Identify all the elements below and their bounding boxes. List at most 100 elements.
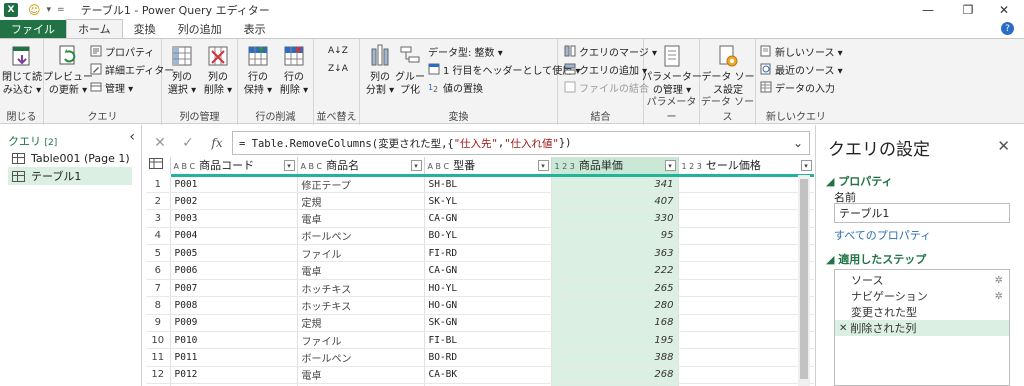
query-item-table001[interactable]: Table001 (Page 1) — [8, 149, 132, 167]
cell-model-number[interactable]: SK-GN — [424, 314, 552, 333]
cell-sale-price[interactable] — [678, 331, 814, 350]
step-changed-type[interactable]: 変更された型 — [835, 304, 1009, 320]
cell-sale-price[interactable] — [678, 314, 814, 333]
row-number[interactable]: 11 — [146, 348, 171, 367]
choose-columns-button[interactable]: 列の 選択 ▾ — [162, 43, 202, 97]
vertical-scrollbar[interactable] — [798, 175, 810, 386]
cell-sale-price[interactable] — [678, 209, 814, 228]
data-type-dropdown[interactable]: データ型: 整数 ▾ — [428, 43, 503, 59]
cell-product-name[interactable]: ボールペン — [297, 348, 425, 367]
properties-section-header[interactable]: ◢ プロパティ — [826, 173, 893, 189]
cell-unit-price[interactable]: 280 — [551, 296, 679, 315]
cell-unit-price[interactable]: 330 — [551, 209, 679, 228]
cell-model-number[interactable]: FI-RD — [424, 244, 552, 263]
table-row[interactable]: 6 P006 電卓 CA-GN 222 — [146, 261, 814, 280]
cell-unit-price[interactable]: 407 — [551, 192, 679, 211]
column-header-product-code[interactable]: A B C 商品コード ▾ — [170, 157, 298, 177]
cell-sale-price[interactable] — [678, 261, 814, 280]
row-number[interactable]: 10 — [146, 331, 171, 350]
manage-parameters-button[interactable]: パラメーター の管理 ▾ — [642, 43, 702, 97]
cell-product-name[interactable]: 修正テープ — [297, 175, 425, 193]
group-by-button[interactable]: グルー プ化 — [390, 43, 430, 97]
cell-product-name[interactable]: 定規 — [297, 192, 425, 211]
table-row[interactable]: 10 P010 ファイル FI-BL 195 — [146, 331, 814, 350]
filter-dropdown-icon[interactable]: ▾ — [800, 160, 812, 171]
data-source-settings-button[interactable]: データ ソー ス設定 — [701, 43, 755, 97]
cell-unit-price[interactable]: 222 — [551, 261, 679, 280]
collapse-pane-icon[interactable]: ‹ — [129, 129, 135, 145]
column-header-sale-price[interactable]: 1 2 3 セール価格 ▾ — [678, 157, 814, 177]
row-number[interactable]: 1 — [146, 175, 171, 193]
filter-dropdown-icon[interactable]: ▾ — [283, 160, 295, 171]
cell-product-code[interactable]: P005 — [170, 244, 298, 263]
column-header-model-number[interactable]: A B C 型番 ▾ — [424, 157, 552, 177]
cell-unit-price[interactable]: 95 — [551, 227, 679, 246]
cell-unit-price[interactable]: 195 — [551, 331, 679, 350]
cell-unit-price[interactable]: 168 — [551, 314, 679, 333]
applied-steps-header[interactable]: ◢ 適用したステップ — [826, 251, 926, 267]
table-corner[interactable] — [146, 157, 171, 177]
table-row[interactable]: 2 P002 定規 SK-YL 407 — [146, 192, 814, 211]
step-removed-columns[interactable]: ✕ 削除された列 — [835, 320, 1009, 336]
cell-product-name[interactable]: 定規 — [297, 314, 425, 333]
cell-sale-price[interactable] — [678, 348, 814, 367]
properties-button[interactable]: プロパティ — [90, 43, 154, 59]
replace-values-button[interactable]: 1 2 値の置換 — [428, 79, 483, 95]
table-row[interactable]: 12 P012 電卓 CA-BK 268 — [146, 366, 814, 385]
cell-product-code[interactable]: P002 — [170, 192, 298, 211]
gear-icon[interactable]: ✲ — [995, 275, 1003, 286]
customize-toolbar-icon[interactable]: = — [57, 5, 65, 15]
sort-descending-icon[interactable]: Z↓A — [328, 61, 348, 77]
cell-sale-price[interactable] — [678, 366, 814, 385]
cell-unit-price[interactable]: 341 — [551, 175, 679, 193]
cell-model-number[interactable]: HO-YL — [424, 279, 552, 298]
confirm-formula-icon[interactable]: ✓ — [174, 135, 202, 151]
cell-product-code[interactable]: P010 — [170, 331, 298, 350]
remove-rows-button[interactable]: 行の 削除 ▾ — [274, 43, 314, 97]
cell-unit-price[interactable]: 268 — [551, 366, 679, 385]
table-row[interactable]: 9 P009 定規 SK-GN 168 — [146, 314, 814, 333]
cell-sale-price[interactable] — [678, 192, 814, 211]
close-and-load-button[interactable]: 閉じて読 み込む ▾ — [2, 43, 42, 97]
remove-columns-button[interactable]: 列の 削除 ▾ — [198, 43, 238, 97]
quick-access-dropdown-icon[interactable]: ▾ — [47, 5, 52, 15]
row-number[interactable]: 4 — [146, 227, 171, 246]
close-icon[interactable]: ✕ — [997, 137, 1010, 155]
cell-product-code[interactable]: P009 — [170, 314, 298, 333]
table-row[interactable]: 8 P008 ホッチキス HO-GN 280 — [146, 296, 814, 315]
row-number[interactable]: 7 — [146, 279, 171, 298]
step-navigation[interactable]: ナビゲーション ✲ — [835, 288, 1009, 304]
table-row[interactable]: 7 P007 ホッチキス HO-YL 265 — [146, 279, 814, 298]
cell-model-number[interactable]: CA-GN — [424, 209, 552, 228]
cell-product-code[interactable]: P006 — [170, 261, 298, 280]
cell-product-code[interactable]: P003 — [170, 209, 298, 228]
cell-model-number[interactable]: CA-BK — [424, 366, 552, 385]
cell-product-name[interactable]: ボールペン — [297, 227, 425, 246]
filter-dropdown-icon[interactable]: ▾ — [410, 160, 422, 171]
cell-unit-price[interactable]: 363 — [551, 244, 679, 263]
close-icon[interactable]: ✕ — [988, 0, 1020, 20]
formula-input[interactable]: = Table.RemoveColumns(変更された型,{"仕入先", "仕入… — [232, 131, 810, 155]
cell-product-name[interactable]: ファイル — [297, 244, 425, 263]
column-header-unit-price[interactable]: 1 2 3 商品単価 ▾ — [551, 157, 679, 177]
filter-dropdown-icon[interactable]: ▾ — [537, 160, 549, 171]
cell-model-number[interactable]: FI-BL — [424, 331, 552, 350]
delete-step-icon[interactable]: ✕ — [839, 323, 847, 334]
gear-icon[interactable]: ✲ — [995, 291, 1003, 302]
table-row[interactable]: 5 P005 ファイル FI-RD 363 — [146, 244, 814, 263]
cell-model-number[interactable]: SK-YL — [424, 192, 552, 211]
cell-sale-price[interactable] — [678, 244, 814, 263]
keep-rows-button[interactable]: 行の 保持 ▾ — [238, 43, 278, 97]
table-row[interactable]: 3 P003 電卓 CA-GN 330 — [146, 209, 814, 228]
cancel-formula-icon[interactable]: ✕ — [146, 135, 174, 151]
cell-product-code[interactable]: P004 — [170, 227, 298, 246]
table-row[interactable]: 1 P001 修正テープ SH-BL 341 — [146, 175, 814, 193]
cell-product-name[interactable]: 電卓 — [297, 261, 425, 280]
cell-sale-price[interactable] — [678, 175, 814, 193]
cell-product-code[interactable]: P007 — [170, 279, 298, 298]
query-name-input[interactable]: テーブル1 — [834, 203, 1010, 223]
query-item-table1[interactable]: テーブル1 — [8, 167, 132, 185]
step-source[interactable]: ソース ✲ — [835, 272, 1009, 288]
row-number[interactable]: 2 — [146, 192, 171, 211]
scrollbar-thumb[interactable] — [800, 179, 808, 379]
